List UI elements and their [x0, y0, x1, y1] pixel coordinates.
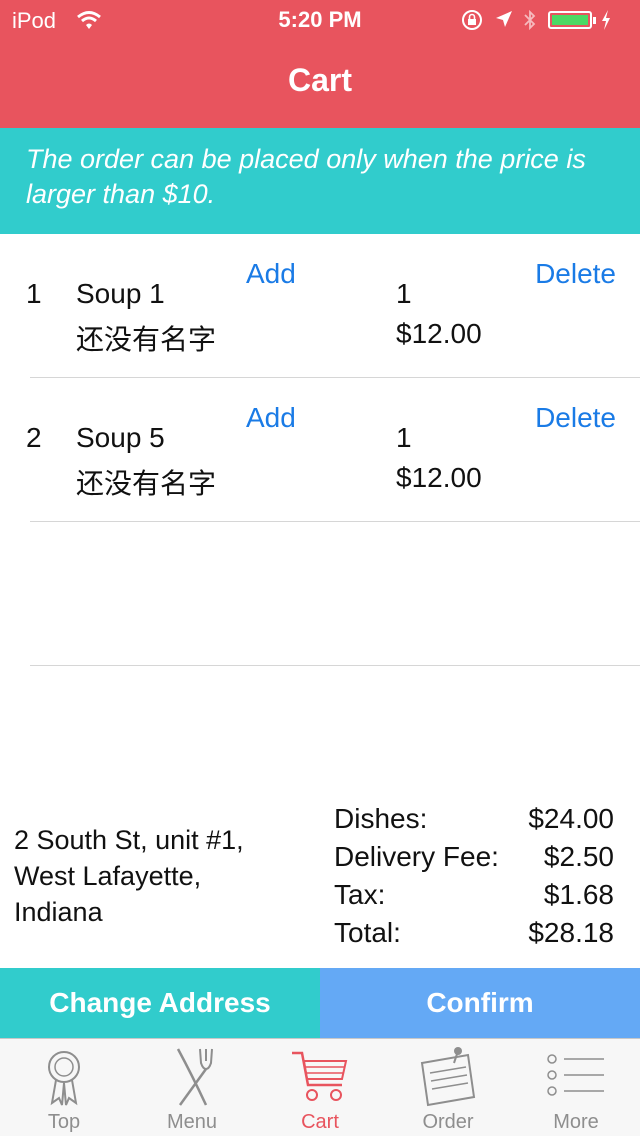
item-index: 2	[26, 422, 42, 453]
price-totals: Dishes: $24.00 Delivery Fee: $2.50 Tax: …	[334, 800, 614, 952]
total-row: Total: $28.18	[334, 914, 614, 952]
order-summary: 2 South St, unit #1, West Lafayette, Ind…	[0, 800, 640, 968]
dishes-value: $24.00	[528, 803, 614, 834]
dishes-label: Dishes:	[334, 803, 428, 834]
delivery-address: 2 South St, unit #1, West Lafayette, Ind…	[14, 822, 314, 930]
change-address-button[interactable]: Change Address	[0, 968, 320, 1038]
address-line-1: 2 South St, unit #1,	[14, 825, 244, 855]
tab-menu-label: Menu	[166, 1111, 218, 1133]
item-price: $12.00	[396, 318, 482, 349]
cart-item-row: 1 Soup 1 还没有名字 Add 1 $12.00 Delete	[0, 234, 640, 378]
battery-icon	[548, 11, 592, 29]
cart-item-row: 2 Soup 5 还没有名字 Add 1 $12.00 Delete	[0, 378, 640, 522]
item-name: Soup 5	[76, 422, 165, 453]
tax-label: Tax:	[334, 879, 386, 910]
status-bar: iPod 5:20 PM	[0, 0, 640, 40]
item-name: Soup 1	[76, 278, 165, 309]
page-title: Cart	[287, 62, 352, 98]
tax-row: Tax: $1.68	[334, 876, 614, 914]
ribbon-award-icon	[48, 1051, 80, 1106]
tab-more[interactable]: More	[512, 1039, 640, 1137]
tab-top[interactable]: Top	[0, 1039, 128, 1137]
item-subname: 还没有名字	[76, 468, 217, 499]
delivery-fee-label: Delivery Fee:	[334, 841, 499, 872]
tax-value: $1.68	[543, 879, 614, 910]
dishes-row: Dishes: $24.00	[334, 800, 614, 838]
battery-nub	[593, 17, 596, 24]
tab-bar: Top Menu Cart Order More	[0, 1038, 640, 1136]
cart-item-list[interactable]: 1 Soup 1 还没有名字 Add 1 $12.00 Delete 2 Sou…	[0, 234, 640, 804]
delete-item-button[interactable]: Delete	[535, 402, 616, 434]
confirm-button[interactable]: Confirm	[320, 968, 640, 1038]
cart-icon	[292, 1051, 348, 1101]
tab-top-label: Top	[47, 1111, 81, 1133]
item-price: $12.00	[396, 462, 482, 493]
status-indicators	[460, 8, 630, 34]
rotation-lock-icon	[462, 10, 482, 30]
tab-cart-label: Cart	[301, 1111, 339, 1133]
tab-cart[interactable]: Cart	[256, 1039, 384, 1137]
total-label: Total:	[334, 917, 401, 948]
order-clipboard-icon	[420, 1047, 476, 1107]
item-quantity: 1	[396, 278, 412, 309]
tab-menu[interactable]: Menu	[128, 1039, 256, 1137]
add-item-button[interactable]: Add	[246, 402, 296, 434]
row-divider	[30, 665, 640, 666]
address-line-3: Indiana	[14, 897, 103, 927]
battery-level	[552, 15, 588, 25]
app-header: iPod 5:20 PM Cart	[0, 0, 640, 128]
item-quantity: 1	[396, 422, 412, 453]
delivery-fee-value: $2.50	[543, 841, 614, 872]
action-buttons: Change Address Confirm	[0, 968, 640, 1038]
charging-bolt-icon	[602, 10, 610, 30]
fork-knife-icon	[176, 1048, 213, 1106]
total-value: $28.18	[528, 917, 614, 948]
tab-order-label: Order	[422, 1111, 474, 1133]
bluetooth-icon	[524, 9, 536, 31]
list-icon	[547, 1054, 604, 1096]
address-line-2: West Lafayette,	[14, 861, 202, 891]
item-index: 1	[26, 278, 42, 309]
delivery-fee-row: Delivery Fee: $2.50	[334, 838, 614, 876]
tab-order[interactable]: Order	[384, 1039, 512, 1137]
tab-more-label: More	[553, 1111, 599, 1133]
location-arrow-icon	[496, 11, 512, 27]
add-item-button[interactable]: Add	[246, 258, 296, 290]
item-subname: 还没有名字	[76, 324, 217, 355]
empty-cart-row	[0, 522, 640, 666]
minimum-order-notice: The order can be placed only when the pr…	[0, 128, 640, 234]
delete-item-button[interactable]: Delete	[535, 258, 616, 290]
